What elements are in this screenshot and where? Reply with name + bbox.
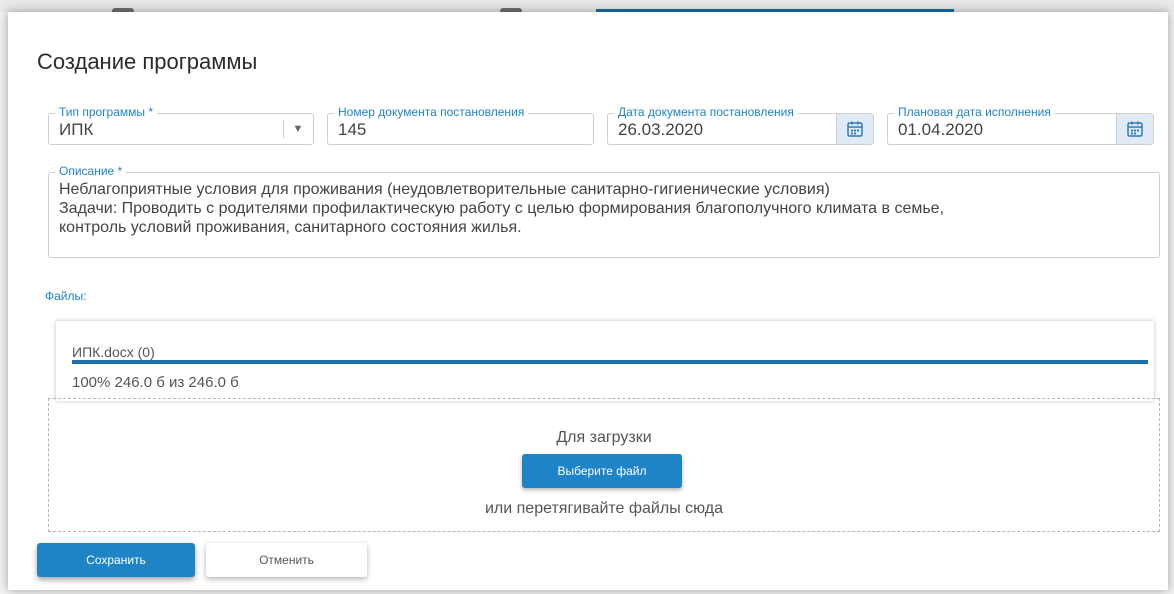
file-name[interactable]: ИПК.docx (0) (72, 344, 155, 360)
description-label: Описание * (55, 164, 127, 178)
doc-number-label: Номер документа постановления (334, 105, 529, 119)
upload-progress-fill (72, 360, 1148, 364)
files-label: Файлы: (45, 289, 87, 303)
planned-date-label: Плановая дата исполнения (894, 105, 1055, 119)
description-textarea[interactable]: Описание * Неблагоприятные условия для п… (48, 164, 1160, 258)
program-type-value: ИПК (59, 120, 94, 139)
description-line: Неблагоприятные условия для проживания (… (59, 181, 830, 198)
create-program-dialog: Создание программы Тип программы * ИПК ▼… (8, 12, 1168, 590)
calendar-icon[interactable] (836, 114, 873, 144)
doc-date-value: 26.03.2020 (618, 120, 704, 139)
calendar-icon[interactable] (1116, 114, 1153, 144)
upload-progress-bar (72, 360, 1148, 364)
dialog-title: Создание программы (37, 49, 258, 74)
dropzone-title: Для загрузки (556, 429, 652, 446)
background-app-header (0, 0, 1174, 16)
description-line: контроль условий проживания, санитарного… (59, 219, 522, 236)
cancel-button[interactable]: Отменить (206, 543, 367, 577)
planned-date-field[interactable]: Плановая дата исполнения 01.04.2020 (887, 105, 1154, 145)
file-dropzone[interactable]: Для загрузки Выберите файл или перетягив… (48, 398, 1160, 532)
program-type-select[interactable]: Тип программы * ИПК ▼ (48, 105, 314, 145)
uploaded-file-item: ИПК.docx (0) 100% 246.0 б из 246.0 б (56, 321, 1154, 401)
doc-date-label: Дата документа постановления (614, 105, 798, 119)
planned-date-value: 01.04.2020 (898, 120, 984, 139)
program-type-label: Тип программы * (55, 105, 158, 119)
chevron-down-icon[interactable]: ▼ (283, 114, 313, 144)
dropzone-hint: или перетягивайте файлы сюда (484, 500, 724, 517)
doc-date-field[interactable]: Дата документа постановления 26.03.2020 (607, 105, 874, 145)
save-button[interactable]: Сохранить (37, 543, 195, 577)
upload-progress-status: 100% 246.0 б из 246.0 б (72, 374, 239, 391)
description-line: Задачи: Проводить с родителями профилакт… (59, 200, 945, 217)
choose-file-button[interactable]: Выберите файл (522, 454, 682, 488)
doc-number-value: 145 (338, 120, 367, 139)
doc-number-field[interactable]: Номер документа постановления 145 (327, 105, 594, 145)
